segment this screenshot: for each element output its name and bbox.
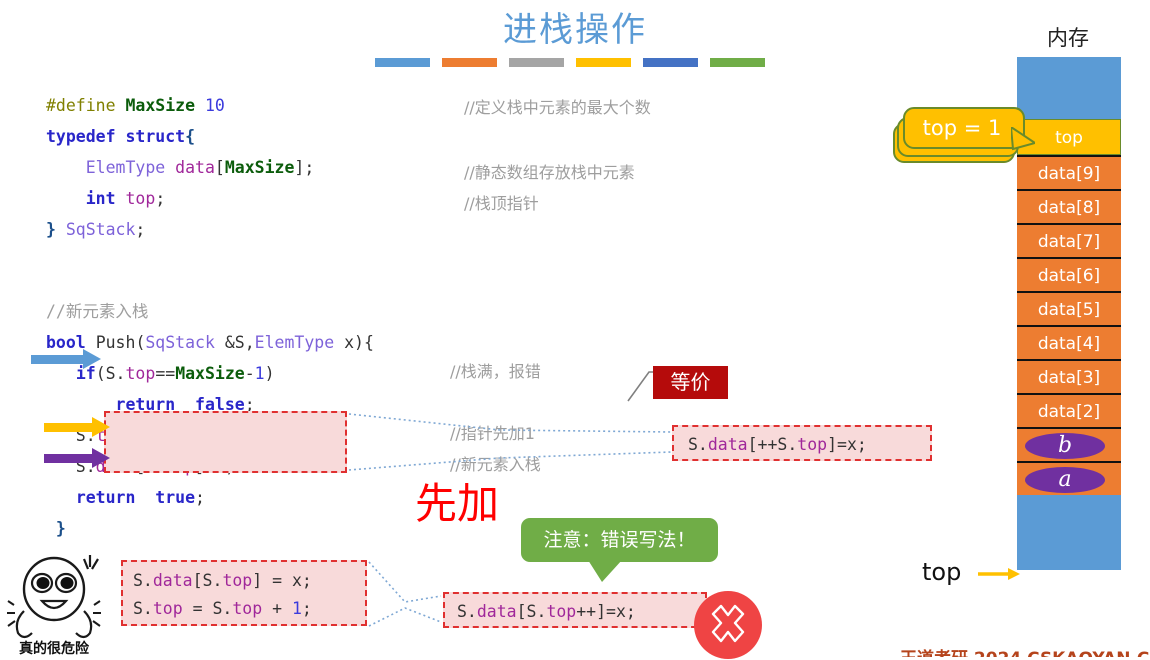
- code-line: S.data[S.top] = x;: [133, 571, 312, 590]
- highlight-box-wrong-snippet: S.data[S.top++]=x;: [443, 592, 707, 628]
- comment-stackfull: //栈满，报错: [450, 362, 541, 381]
- comment-array: //静态数组存放栈中元素: [464, 163, 635, 182]
- memory-cell-value: b: [1025, 433, 1105, 459]
- highlight-box-equivalent-snippet: S.data[++S.top]=x;: [672, 425, 932, 461]
- top-value-callout: top = 1: [893, 107, 1035, 169]
- warning-callout: 注意：错误写法！: [521, 518, 718, 562]
- equivalent-label: 等价: [653, 366, 728, 399]
- top-pointer-label: top: [922, 558, 962, 586]
- error-x-icon: [694, 591, 762, 659]
- memory-cell-free: [1017, 495, 1121, 570]
- code-snippet-equivalent: S.data[++S.top]=x;: [688, 435, 867, 454]
- memory-cell-data: data[6]: [1017, 257, 1121, 291]
- memory-cell-data: data[2]: [1017, 393, 1121, 427]
- memory-cell-label: data[9]: [1037, 164, 1101, 184]
- title-decor-bars: [375, 58, 765, 67]
- page-title: 进栈操作: [503, 10, 647, 50]
- pointer-arrow-increment: [44, 417, 116, 437]
- code-snippet-wrong: S.data[S.top++]=x;: [457, 602, 636, 621]
- comment-increment-first: //指针先加1: [450, 424, 535, 443]
- memory-cell-data-filled: b: [1017, 427, 1121, 461]
- title-bar-4: [643, 58, 698, 67]
- memory-cell-data: data[7]: [1017, 223, 1121, 257]
- code-line: }: [46, 519, 66, 538]
- code-line: #define MaxSize 10: [46, 96, 225, 115]
- memory-cell-data-filled: a: [1017, 461, 1121, 495]
- memory-cell-label: data[4]: [1037, 334, 1101, 354]
- code-line: } SqStack;: [46, 220, 146, 239]
- title-bar-5: [710, 58, 765, 67]
- title-bar-3: [576, 58, 631, 67]
- memory-cell-data: data[3]: [1017, 359, 1121, 393]
- top-value-callout-label: top = 1: [922, 116, 1002, 140]
- pointer-arrow-if: [31, 349, 107, 369]
- memory-cell-label: top: [1055, 128, 1083, 148]
- code-line: S.top = S.top + 1;: [133, 599, 312, 618]
- code-line: int top;: [85, 189, 166, 208]
- code-block-struct: #define MaxSize 10 typedef struct{ ElemTy…: [46, 90, 314, 245]
- title-bar-1: [442, 58, 497, 67]
- memory-cell-data: data[5]: [1017, 291, 1121, 325]
- memory-cell-label: data[3]: [1037, 368, 1101, 388]
- warning-callout-tail: [588, 560, 622, 582]
- code-line: return true;: [75, 488, 205, 507]
- memory-cell-data: data[9]: [1017, 155, 1121, 189]
- highlight-box-wrong-order: S.data[S.top] = x; S.top = S.top + 1;: [121, 560, 367, 626]
- code-line: typedef struct{: [46, 127, 196, 146]
- comment-maxsize: //定义栈中元素的最大个数: [464, 98, 651, 117]
- memory-cell-label: data[5]: [1037, 300, 1101, 320]
- top-pointer-arrow: [978, 568, 1020, 580]
- pointer-arrow-assign: [44, 448, 116, 468]
- memory-cell-label: data[6]: [1037, 266, 1101, 286]
- memory-cell-data: data[8]: [1017, 189, 1121, 223]
- code-line: ElemType data[MaxSize];: [85, 158, 315, 177]
- highlight-box-correct-order: [104, 411, 347, 473]
- meme-caption: 真的很危险: [19, 641, 89, 657]
- title-bar-2: [509, 58, 564, 67]
- add-first-label: 先加: [415, 479, 500, 528]
- warning-callout-label: 注意：错误写法！: [543, 529, 696, 551]
- memory-cell-label: data[7]: [1037, 232, 1101, 252]
- code-snippet-wrong-order: S.data[S.top] = x; S.top = S.top + 1;: [133, 567, 312, 623]
- memory-cell-label: data[8]: [1037, 198, 1101, 218]
- code-line: //新元素入栈: [46, 302, 149, 321]
- memory-cell-value: a: [1025, 467, 1105, 493]
- watermark: 王道考研 2024 CSKAOYAN.COM: [900, 644, 1150, 657]
- slide-canvas: 进栈操作 #define MaxSize 10 typedef struct{ E…: [0, 0, 1150, 659]
- memory-cell-free: [1017, 57, 1121, 119]
- comment-toppointer: //栈顶指针: [464, 194, 539, 213]
- title-bar-0: [375, 58, 430, 67]
- memory-cell-label: data[2]: [1037, 402, 1101, 422]
- equivalent-leader-line: [627, 371, 655, 402]
- memory-cell-data: data[4]: [1017, 325, 1121, 359]
- memory-heading: 内存: [1047, 26, 1089, 50]
